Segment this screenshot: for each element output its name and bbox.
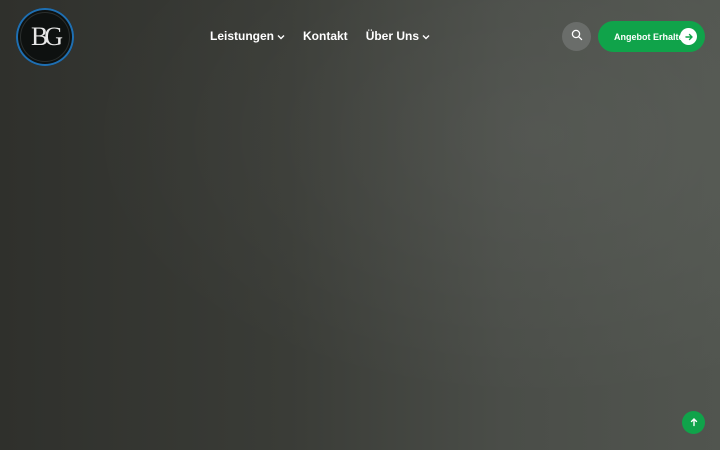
search-button[interactable] <box>562 22 591 51</box>
nav-item-leistungen[interactable]: Leistungen <box>210 29 285 43</box>
nav-item-ueber-uns[interactable]: Über Uns <box>366 29 430 43</box>
search-icon <box>571 28 583 46</box>
site-header: BG Leistungen Kontakt Über Uns Angebot E… <box>0 0 720 72</box>
nav-item-label: Leistungen <box>210 29 275 43</box>
nav-item-label: Kontakt <box>303 29 348 43</box>
chevron-down-icon <box>422 33 430 42</box>
site-logo[interactable]: BG <box>16 8 74 66</box>
main-nav: Leistungen Kontakt Über Uns <box>210 29 430 43</box>
chevron-down-icon <box>277 33 285 42</box>
arrow-up-icon <box>689 414 699 432</box>
get-quote-button[interactable]: Angebot Erhalten! <box>598 21 705 52</box>
nav-item-kontakt[interactable]: Kontakt <box>303 29 348 43</box>
logo-text: BG <box>30 22 63 51</box>
arrow-right-icon <box>680 28 697 45</box>
nav-item-label: Über Uns <box>365 29 420 43</box>
scroll-to-top-button[interactable] <box>682 411 705 434</box>
